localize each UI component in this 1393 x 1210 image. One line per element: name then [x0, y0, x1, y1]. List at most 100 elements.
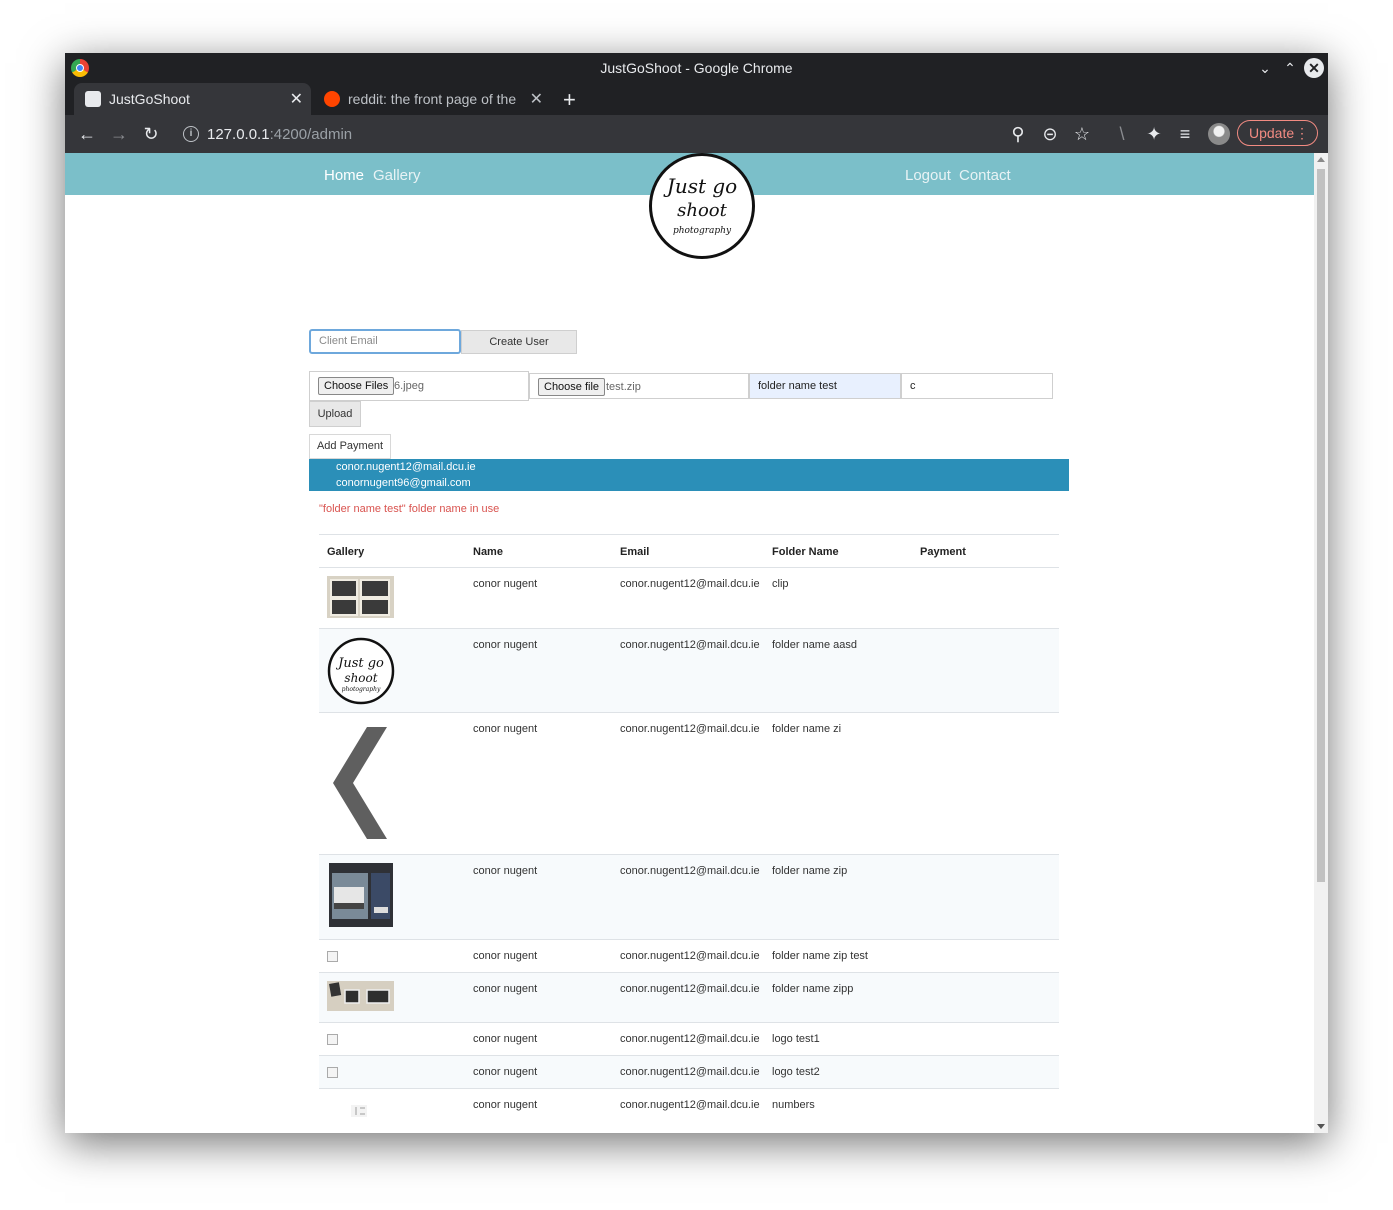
chevron-left-icon[interactable]	[327, 727, 387, 839]
files-value: 6.jpeg	[394, 380, 424, 392]
extension-slash-icon[interactable]: \	[1112, 124, 1132, 144]
maximize-icon[interactable]: ⌃	[1280, 58, 1300, 78]
reload-icon[interactable]: ↻	[141, 124, 161, 144]
profile-avatar[interactable]	[1208, 123, 1230, 145]
row-folder: folder name zip	[772, 865, 848, 877]
page-scrollbar[interactable]	[1314, 153, 1328, 1133]
close-tab-icon[interactable]: ✕	[530, 89, 543, 109]
header-email: Email	[620, 546, 650, 558]
star-icon[interactable]: ☆	[1072, 124, 1092, 144]
table-row[interactable]: conor nugent conor.nugent12@mail.dcu.ie …	[319, 973, 1059, 1023]
scroll-up-icon[interactable]	[1317, 157, 1325, 162]
scrollbar-thumb[interactable]	[1317, 169, 1325, 882]
reddit-favicon-icon	[324, 91, 340, 107]
row-folder: folder name aasd	[772, 639, 857, 651]
new-tab-icon[interactable]: +	[563, 87, 576, 113]
row-folder: logo test2	[772, 1066, 820, 1078]
choose-files-button[interactable]: Choose Files	[318, 377, 395, 395]
file-value: test.zip	[606, 381, 641, 393]
close-tab-icon[interactable]: ✕	[290, 89, 303, 109]
scroll-down-icon[interactable]	[1317, 1124, 1325, 1129]
client-email-input[interactable]: Client Email	[309, 329, 461, 354]
tab-justgoshoot[interactable]: JustGoShoot ✕	[74, 83, 311, 115]
tab-label: reddit: the front page of the internet	[348, 91, 520, 107]
window-title: JustGoShoot - Google Chrome	[600, 60, 793, 76]
nav-logout[interactable]: Logout	[905, 167, 951, 184]
table-row[interactable]: conor nugent conor.nugent12@mail.dcu.ie …	[319, 940, 1059, 973]
close-window-button[interactable]: ✕	[1304, 58, 1324, 78]
broken-image-icon[interactable]	[327, 1034, 338, 1045]
row-email: conor.nugent12@mail.dcu.ie	[620, 983, 760, 995]
nav-home[interactable]: Home	[324, 167, 364, 184]
gallery-thumbnail[interactable]	[329, 863, 393, 927]
row-folder: folder name zip test	[772, 950, 868, 962]
images-file-input[interactable]: Choose Files 6.jpeg	[309, 371, 529, 401]
header-gallery: Gallery	[327, 546, 365, 558]
row-name: conor nugent	[473, 950, 538, 962]
gallery-thumbnail[interactable]	[327, 981, 394, 1011]
row-name: conor nugent	[473, 723, 538, 735]
update-button[interactable]: Update ⋮	[1237, 120, 1318, 146]
row-name: conor nugent	[473, 983, 538, 995]
row-email: conor.nugent12@mail.dcu.ie	[620, 950, 760, 962]
row-email: conor.nugent12@mail.dcu.ie	[620, 1066, 760, 1078]
site-favicon-icon	[85, 91, 101, 107]
key-icon[interactable]: ⚲	[1008, 124, 1028, 144]
row-name: conor nugent	[473, 1099, 538, 1111]
gallery-thumbnail[interactable]: Just go shoot photography	[327, 637, 395, 705]
forward-icon[interactable]: →	[109, 124, 129, 144]
row-name: conor nugent	[473, 639, 538, 651]
tab-label: JustGoShoot	[109, 91, 190, 107]
table-row[interactable]: conor nugent conor.nugent12@mail.dcu.ie …	[319, 1056, 1059, 1089]
title-bar: JustGoShoot - Google Chrome ⌄ ⌃ ✕	[65, 53, 1328, 83]
row-email: conor.nugent12@mail.dcu.ie	[620, 639, 760, 651]
url-text[interactable]: 127.0.0.1:4200/admin	[207, 126, 352, 143]
tab-reddit[interactable]: reddit: the front page of the internet ✕	[313, 83, 551, 115]
extensions-icon[interactable]: ✦	[1144, 124, 1164, 144]
broken-image-icon[interactable]	[327, 951, 338, 962]
back-icon[interactable]: ←	[77, 124, 97, 144]
row-name: conor nugent	[473, 865, 538, 877]
logo-thumb-text-1: Just go	[335, 656, 384, 671]
broken-image-icon[interactable]	[327, 1067, 338, 1078]
extra-input[interactable]: c	[901, 373, 1053, 399]
error-message: "folder name test" folder name in use	[319, 503, 500, 515]
payment-option[interactable]: conor.nugent12@mail.dcu.ie	[336, 461, 476, 473]
row-folder: logo test1	[772, 1033, 820, 1045]
row-folder: folder name zi	[772, 723, 842, 735]
folder-name-input[interactable]: folder name test	[749, 373, 901, 399]
menu-dots-icon[interactable]: ⋮	[1295, 121, 1309, 145]
row-name: conor nugent	[473, 578, 538, 590]
table-row[interactable]: conor nugent conor.nugent12@mail.dcu.ie …	[319, 713, 1059, 855]
row-email: conor.nugent12@mail.dcu.ie	[620, 1033, 760, 1045]
tab-strip: JustGoShoot ✕ reddit: the front page of …	[65, 83, 1328, 115]
gallery-thumbnail[interactable]	[327, 576, 394, 618]
site-logo[interactable]: Just go shoot photography	[649, 153, 755, 259]
payment-client-list[interactable]: conor.nugent12@mail.dcu.ie conornugent96…	[309, 459, 1069, 491]
table-row[interactable]: conor nugent conor.nugent12@mail.dcu.ie …	[319, 1023, 1059, 1056]
row-folder: numbers	[772, 1099, 815, 1111]
add-payment-button[interactable]: Add Payment	[309, 434, 391, 459]
row-name: conor nugent	[473, 1033, 538, 1045]
nav-gallery[interactable]: Gallery	[373, 167, 421, 184]
table-row[interactable]: Just go shoot photography conor nugent c…	[319, 629, 1059, 713]
zip-file-input[interactable]: Choose file test.zip	[529, 373, 749, 399]
upload-button[interactable]: Upload	[309, 401, 361, 427]
address-bar[interactable]: i 127.0.0.1:4200/admin	[175, 119, 1015, 149]
table-row[interactable]: conor nugent conor.nugent12@mail.dcu.ie …	[319, 1089, 1059, 1133]
create-user-button[interactable]: Create User	[461, 330, 577, 354]
table-row[interactable]: conor nugent conor.nugent12@mail.dcu.ie …	[319, 855, 1059, 940]
table-row[interactable]: conor nugent conor.nugent12@mail.dcu.ie …	[319, 568, 1059, 629]
choose-file-button[interactable]: Choose file	[538, 378, 606, 396]
header-folder-name: Folder Name	[772, 546, 839, 558]
page-viewport: Home Gallery Logout Contact Just go shoo…	[65, 153, 1314, 1133]
table-header: Gallery Name Email Folder Name Payment	[319, 534, 1059, 568]
site-info-icon[interactable]: i	[183, 126, 199, 142]
nav-contact[interactable]: Contact	[959, 167, 1011, 184]
row-email: conor.nugent12@mail.dcu.ie	[620, 865, 760, 877]
zoom-icon[interactable]: ⊝	[1040, 124, 1060, 144]
gallery-thumbnail[interactable]	[351, 1105, 367, 1117]
media-queue-icon[interactable]: ≡	[1175, 124, 1195, 144]
payment-option[interactable]: conornugent96@gmail.com	[336, 477, 471, 489]
chevron-down-icon[interactable]: ⌄	[1255, 58, 1275, 78]
